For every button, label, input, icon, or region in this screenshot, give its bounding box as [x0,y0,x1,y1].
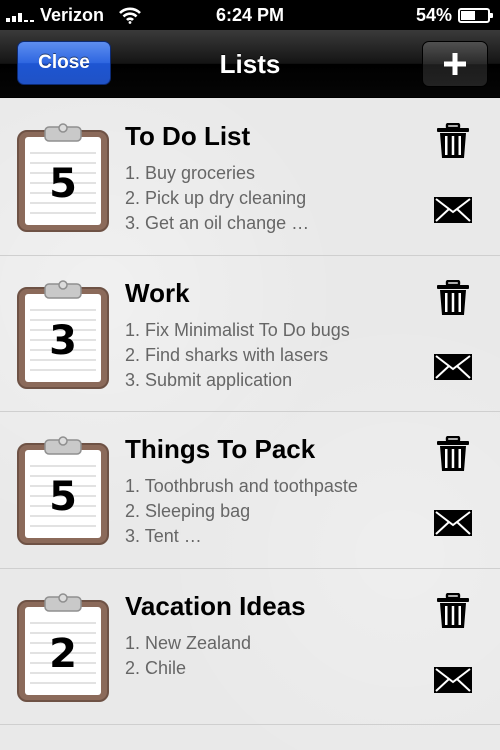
list-title: Vacation Ideas [125,590,306,621]
trash-icon[interactable] [435,279,471,316]
list-count: 3 [49,318,77,364]
clipboard-icon: 2 [17,592,109,702]
list-item-preview: 1. Fix Minimalist To Do bugs [125,319,350,340]
clipboard-icon: 5 [17,436,109,545]
wifi-icon [119,7,141,24]
trash-icon[interactable] [435,592,471,629]
list-item-preview: 2. Find sharks with lasers [125,344,329,365]
clipboard-icon: 3 [17,279,109,389]
carrier-signal: Verizon [6,5,142,26]
list-count: 5 [49,474,77,520]
list-title: Work [125,277,190,308]
list-title: Things To Pack [125,434,316,464]
list-preview: 1. Buy groceries 2. Pick up dry cleaning 3… [125,161,415,236]
mail-icon[interactable] [433,665,473,695]
list-count: 5 [49,161,77,207]
list-item-preview: 2. Sleeping bag [125,501,251,521]
list-title: To Do List [125,121,251,151]
list-preview: 1. Toothbrush and toothpaste 2. Sleeping … [125,474,415,549]
list-preview: 1. New Zealand 2. Chile [125,631,415,681]
close-button[interactable]: Close [17,41,111,85]
lists-table: 5 To Do List 1. Buy groceries 2. Pick up … [0,99,500,750]
list-item-preview: 1. Buy groceries [125,163,256,183]
battery-icon [458,7,493,23]
mail-icon[interactable] [433,195,473,225]
status-bar: Verizon 6:24 PM 54% [0,0,500,30]
battery-status: 54% [415,4,493,26]
list-row[interactable]: 5 Things To Pack 1. Toothbrush and tooth… [0,412,500,569]
mail-icon[interactable] [433,352,473,382]
plus-icon [444,53,466,75]
trash-icon[interactable] [435,123,471,159]
list-count: 2 [49,631,77,677]
list-item-preview: 1. New Zealand [125,632,252,653]
list-item-preview: 2. Chile [125,657,187,678]
navigation-bar: Close Lists [0,30,500,98]
list-item-preview: 3. Submit application [125,369,293,390]
list-row[interactable]: 5 To Do List 1. Buy groceries 2. Pick up … [0,99,500,256]
list-row[interactable]: 2 Vacation Ideas 1. New Zealand 2. Chile [0,569,500,725]
carrier-name: Verizon [40,4,105,25]
list-item-preview: 3. Tent … [125,526,202,546]
list-item-preview: 1. Toothbrush and toothpaste [125,476,358,496]
battery-level [461,10,476,20]
add-list-button[interactable] [422,41,488,87]
list-item-preview: 3. Get an oil change … [125,213,310,233]
list-item-preview: 2. Pick up dry cleaning [125,188,307,208]
signal-bars-icon [6,8,34,22]
list-preview: 1. Fix Minimalist To Do bugs 2. Find shar… [125,318,415,393]
list-row[interactable]: 3 Work 1. Fix Minimalist To Do bugs 2. Fi… [0,256,500,412]
mail-icon[interactable] [433,508,473,538]
clipboard-icon: 5 [17,123,109,232]
battery-percent: 54% [415,4,452,25]
trash-icon[interactable] [435,436,471,472]
